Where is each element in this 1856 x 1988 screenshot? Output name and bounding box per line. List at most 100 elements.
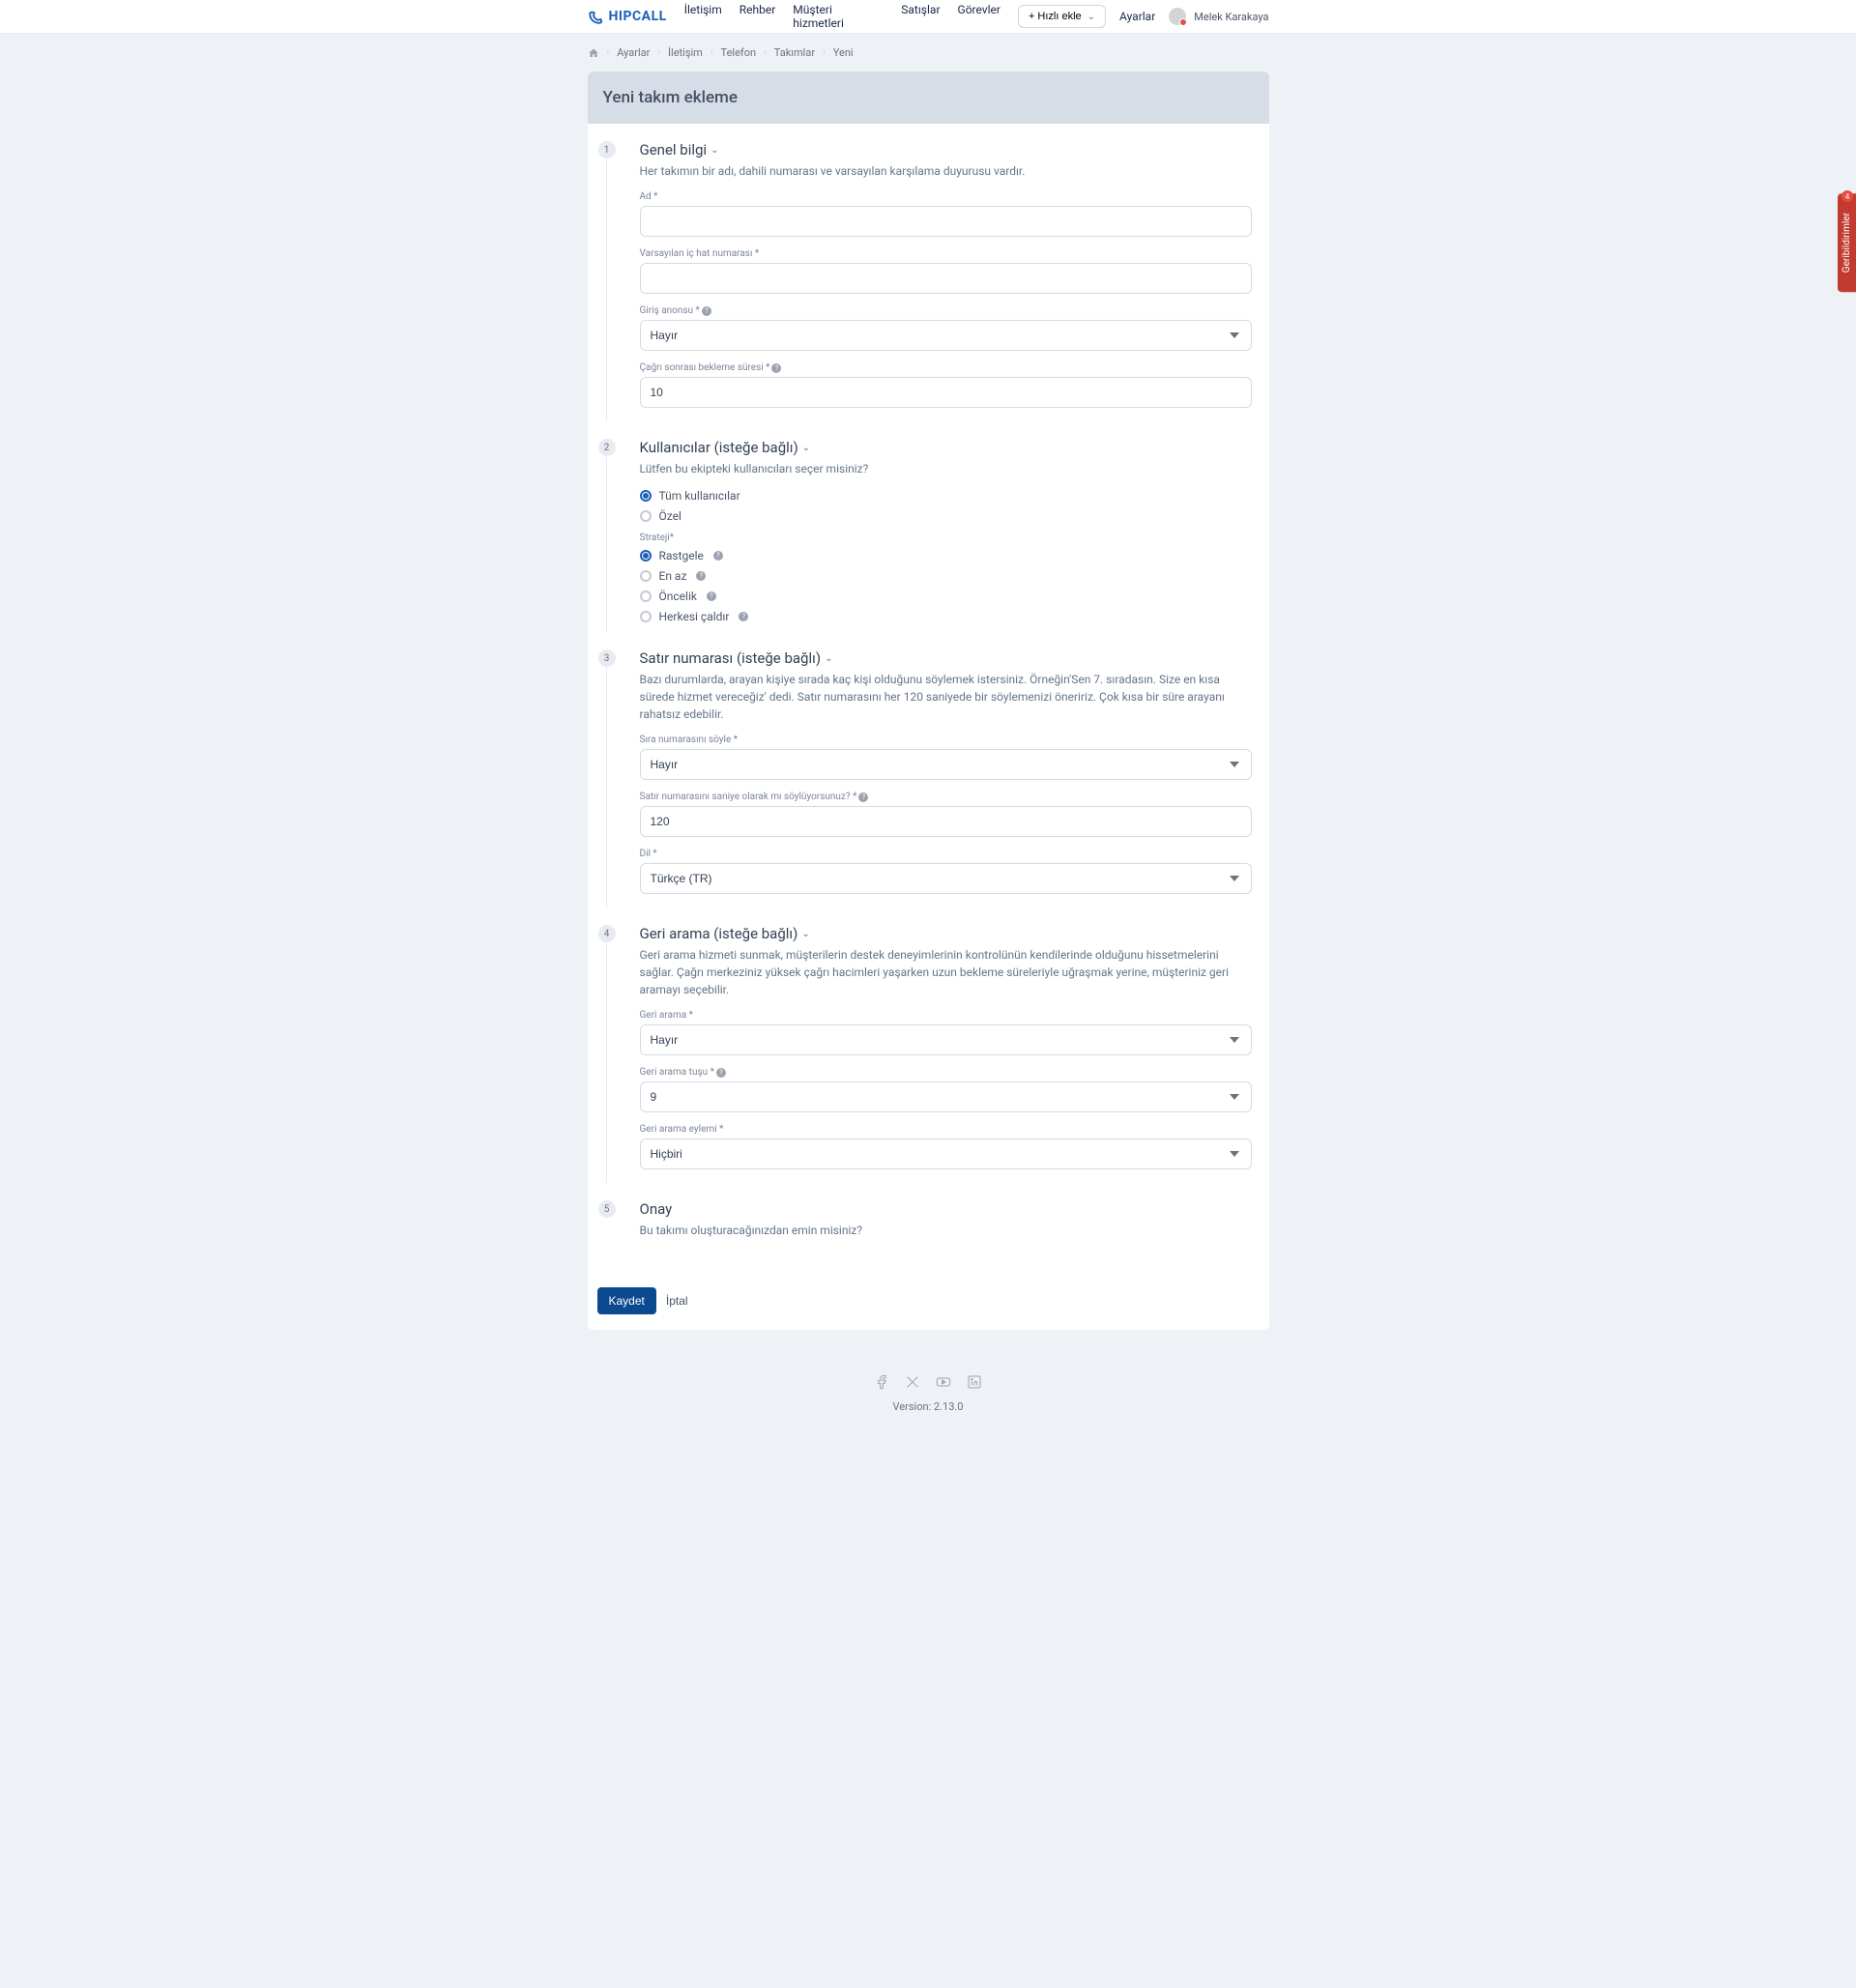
crumb-iletisim[interactable]: İletişim [668, 46, 703, 59]
step-title: Onay [640, 1200, 1252, 1218]
help-icon[interactable]: ? [707, 591, 716, 601]
nav-iletisim[interactable]: İletişim [684, 3, 722, 30]
nav-rehber[interactable]: Rehber [740, 3, 776, 30]
step-number: 4 [598, 925, 616, 942]
avatar [1169, 8, 1186, 25]
language-select[interactable]: Türkçe (TR) [640, 863, 1252, 894]
breadcrumb: › Ayarlar › İletişim › Telefon › Takımla… [588, 34, 1269, 72]
name-label: Ad * [640, 191, 1252, 202]
extension-input[interactable] [640, 263, 1252, 294]
step-description: Geri arama hizmeti sunmak, müşterilerin … [640, 946, 1252, 998]
chevron-down-icon: ⌄ [710, 145, 718, 156]
chevron-right-icon: › [710, 48, 713, 58]
say-queue-label: Sıra numarasını söyle * [640, 735, 1252, 745]
greeting-label: Giriş anonsu *? [640, 305, 1252, 316]
step-title[interactable]: Genel bilgi ⌄ [640, 141, 1252, 158]
user-menu[interactable]: Melek Karakaya [1169, 8, 1268, 25]
x-icon[interactable] [904, 1373, 921, 1391]
name-input[interactable] [640, 206, 1252, 237]
facebook-icon[interactable] [873, 1373, 890, 1391]
step-title[interactable]: Geri arama (isteğe bağlı) ⌄ [640, 925, 1252, 942]
phone-icon [588, 8, 605, 25]
greeting-select[interactable]: Hayır [640, 320, 1252, 351]
help-icon[interactable]: ? [858, 792, 868, 802]
feedback-badge: 4 [1842, 190, 1853, 202]
callback-action-select[interactable]: Hiçbiri [640, 1138, 1252, 1169]
step-description: Bazı durumlarda, arayan kişiye sırada ka… [640, 671, 1252, 723]
help-icon[interactable]: ? [771, 363, 781, 373]
chevron-right-icon: › [823, 48, 826, 58]
linkedin-icon[interactable] [966, 1373, 983, 1391]
callback-label: Geri arama * [640, 1010, 1252, 1021]
home-icon[interactable] [588, 47, 599, 59]
crumb-takimlar[interactable]: Takımlar [774, 46, 815, 59]
form-card: Yeni takım ekleme 1 Genel bilgi ⌄ Her ta… [588, 72, 1269, 1330]
help-icon[interactable]: ? [713, 551, 723, 561]
footer: Version: 2.13.0 [0, 1349, 1856, 1442]
language-label: Dil * [640, 849, 1252, 859]
nav-gorevler[interactable]: Görevler [958, 3, 1000, 30]
radio-priority[interactable]: Öncelik? [640, 590, 1252, 603]
step-number: 1 [598, 141, 616, 158]
chevron-down-icon: ⌄ [802, 443, 810, 453]
radio-icon [640, 591, 652, 602]
callback-key-select[interactable]: 9 [640, 1081, 1252, 1112]
app-header: HIPCALL İletişim Rehber Müşteri hizmetle… [0, 0, 1856, 34]
radio-least[interactable]: En az? [640, 569, 1252, 583]
callback-action-label: Geri arama eylemi * [640, 1124, 1252, 1135]
step-title[interactable]: Kullanıcılar (isteğe bağlı) ⌄ [640, 439, 1252, 456]
chevron-down-icon: ⌄ [1088, 12, 1095, 22]
cancel-button[interactable]: İptal [666, 1287, 688, 1314]
step-number: 5 [598, 1200, 616, 1218]
chevron-right-icon: › [764, 48, 767, 58]
callback-key-label: Geri arama tuşu *? [640, 1067, 1252, 1078]
radio-icon [640, 510, 652, 522]
chevron-right-icon: › [607, 48, 610, 58]
radio-custom-users[interactable]: Özel [640, 509, 1252, 523]
wait-input[interactable] [640, 377, 1252, 408]
wait-label: Çağrı sonrası bekleme süresi *? [640, 362, 1252, 373]
step-description: Lütfen bu ekipteki kullanıcıları seçer m… [640, 460, 1252, 477]
strategy-label: Strateji* [640, 533, 1252, 543]
chevron-down-icon: ⌄ [825, 653, 832, 664]
user-name: Melek Karakaya [1194, 11, 1268, 23]
step-users: 2 Kullanıcılar (isteğe bağlı) ⌄ Lütfen b… [588, 439, 1252, 649]
step-description: Her takımın bir adı, dahili numarası ve … [640, 162, 1252, 180]
callback-select[interactable]: Hayır [640, 1024, 1252, 1055]
crumb-telefon[interactable]: Telefon [721, 46, 757, 59]
crumb-ayarlar[interactable]: Ayarlar [617, 46, 650, 59]
help-icon[interactable]: ? [696, 571, 706, 581]
radio-icon [640, 490, 652, 502]
version-text: Version: 2.13.0 [0, 1400, 1856, 1413]
say-queue-select[interactable]: Hayır [640, 749, 1252, 780]
step-title[interactable]: Satır numarası (isteğe bağlı) ⌄ [640, 649, 1252, 667]
step-line-number: 3 Satır numarası (isteğe bağlı) ⌄ Bazı d… [588, 649, 1252, 925]
card-header: Yeni takım ekleme [588, 72, 1269, 124]
quick-add-label: + Hızlı ekle [1029, 11, 1082, 22]
step-number: 3 [598, 649, 616, 667]
step-confirm: 5 Onay Bu takımı oluşturacağınızdan emin… [588, 1200, 1252, 1270]
seconds-input[interactable] [640, 806, 1252, 837]
logo[interactable]: HIPCALL [588, 8, 667, 25]
nav-musteri[interactable]: Müşteri hizmetleri [793, 3, 884, 30]
help-icon[interactable]: ? [702, 306, 711, 316]
help-icon[interactable]: ? [739, 612, 748, 621]
settings-link[interactable]: Ayarlar [1119, 10, 1155, 23]
page-title: Yeni takım ekleme [603, 88, 1254, 107]
crumb-yeni: Yeni [833, 46, 854, 59]
radio-icon [640, 550, 652, 562]
youtube-icon[interactable] [935, 1373, 952, 1391]
radio-random[interactable]: Rastgele? [640, 549, 1252, 562]
step-general: 1 Genel bilgi ⌄ Her takımın bir adı, dah… [588, 141, 1252, 439]
brand-text: HIPCALL [609, 9, 667, 24]
save-button[interactable]: Kaydet [597, 1287, 656, 1314]
feedback-tab[interactable]: Geribildirimler [1838, 193, 1856, 292]
extension-label: Varsayılan iç hat numarası * [640, 248, 1252, 259]
nav-satislar[interactable]: Satışlar [901, 3, 940, 30]
radio-icon [640, 611, 652, 622]
radio-ringall[interactable]: Herkesi çaldır? [640, 610, 1252, 623]
step-description: Bu takımı oluşturacağınızdan emin misini… [640, 1222, 1252, 1239]
help-icon[interactable]: ? [716, 1068, 726, 1078]
quick-add-button[interactable]: + Hızlı ekle ⌄ [1018, 5, 1106, 28]
radio-all-users[interactable]: Tüm kullanıcılar [640, 489, 1252, 503]
